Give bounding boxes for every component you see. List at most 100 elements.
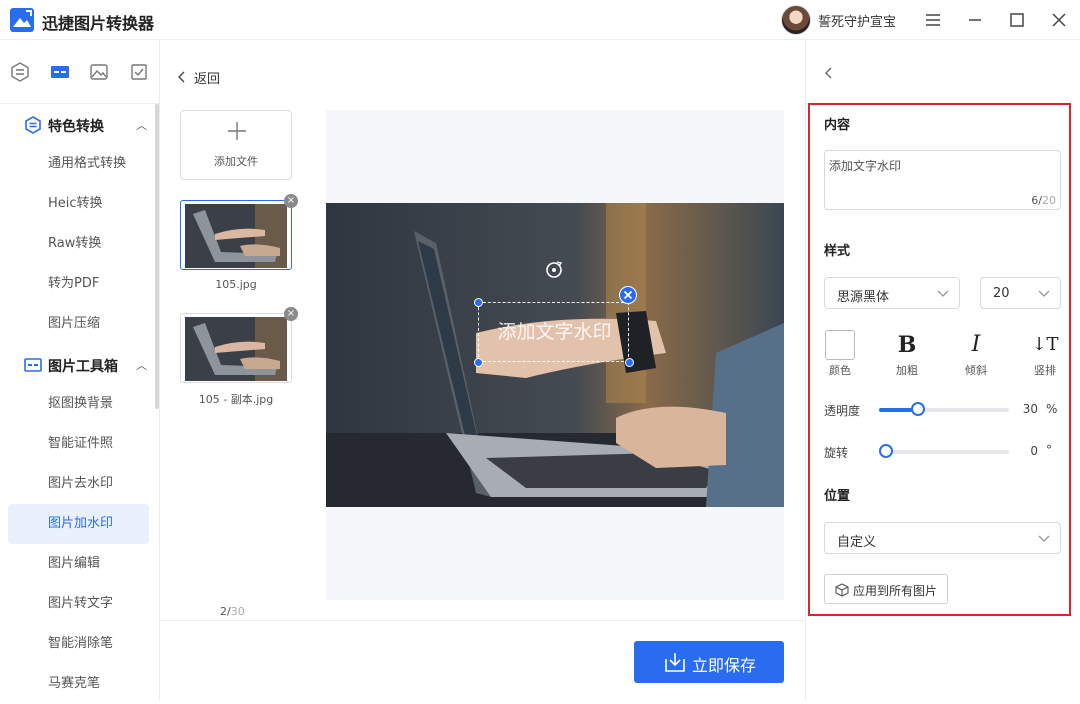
sidebar-item-mosaic[interactable]: 马赛克笔 [8, 664, 149, 704]
sidebar-item-cutout[interactable]: 抠图换背景 [8, 384, 149, 424]
color-button[interactable]: 颜色 [820, 330, 860, 378]
char-count: 6/ [1031, 194, 1042, 207]
user-name[interactable]: 誓死守护宣宝 [818, 11, 896, 30]
font-size-select[interactable]: 20 [980, 277, 1061, 309]
sidebar-scrollbar[interactable] [155, 104, 159, 409]
opacity-slider[interactable] [879, 402, 1009, 416]
chevron-up-icon[interactable]: ︿ [136, 117, 147, 133]
style-section-title: 样式 [824, 244, 851, 259]
file-thumbnail[interactable] [180, 313, 292, 383]
resize-handle[interactable] [625, 358, 634, 367]
apply-all-label: 应用到所有图片 [853, 584, 938, 598]
sidebar-item-format-convert[interactable]: 通用格式转换 [8, 144, 149, 184]
opacity-value: 30 [1022, 402, 1038, 416]
char-max: 20 [1042, 194, 1056, 207]
chevron-left-icon[interactable] [822, 66, 836, 80]
rotate-unit: ° [1046, 443, 1052, 457]
bold-label: 加粗 [896, 364, 918, 377]
watermark-box[interactable]: 添加文字水印 [478, 302, 629, 362]
sidebar-item-to-pdf[interactable]: 转为PDF [8, 264, 149, 304]
settings-panel: 内容 添加文字水印 6/20 样式 思源黑体 20 颜色 B 加粗 I 倾斜 ↓… [805, 40, 1080, 700]
bold-button[interactable]: B 加粗 [887, 330, 927, 378]
opacity-unit: % [1046, 402, 1058, 416]
group-label: 图片工具箱 [48, 359, 118, 375]
menu-icon[interactable] [923, 10, 943, 30]
workspace: 返回 添加文件 × 105.jpg × 105 - 副本.jpg 2/30 添加… [160, 40, 805, 700]
rotate-value: 0 [1030, 444, 1038, 458]
font-family-select[interactable]: 思源黑体 [824, 277, 960, 309]
rotate-slider-thumb[interactable] [879, 444, 893, 458]
rotate-handle-icon[interactable] [544, 260, 564, 280]
bottom-bar: 立即保存 [160, 620, 805, 700]
sidebar-item-eraser[interactable]: 智能消除笔 [8, 624, 149, 664]
position-value: 自定义 [837, 535, 877, 550]
file-thumbnail[interactable] [180, 200, 292, 270]
sidebar-item-id-photo[interactable]: 智能证件照 [8, 424, 149, 464]
font-family-value: 思源黑体 [837, 290, 890, 305]
resize-handle[interactable] [474, 298, 483, 307]
sidebar-item-raw[interactable]: Raw转换 [8, 224, 149, 264]
vertical-text-button[interactable]: ↓T 竖排 [1025, 330, 1065, 378]
add-file-label: 添加文件 [214, 155, 258, 168]
opacity-slider-thumb[interactable] [911, 402, 925, 416]
content-section-title: 内容 [824, 118, 851, 133]
checklist-tab-icon[interactable] [129, 62, 149, 82]
sidebar-tabs [0, 40, 160, 104]
italic-icon: I [971, 332, 981, 357]
app-logo-icon [10, 8, 34, 32]
save-button[interactable]: 立即保存 [634, 641, 784, 683]
chevron-down-icon [937, 290, 949, 297]
chevron-down-icon [1038, 290, 1050, 297]
file-name: 105.jpg [215, 278, 257, 291]
convert-tab-icon[interactable] [10, 62, 30, 82]
italic-label: 倾斜 [965, 364, 987, 377]
convert-group-icon [25, 116, 41, 134]
plus-icon [228, 122, 246, 140]
add-file-button[interactable]: 添加文件 [180, 110, 292, 180]
color-swatch [825, 330, 855, 360]
remove-file-icon[interactable]: × [284, 194, 298, 208]
chevron-up-icon[interactable]: ︿ [136, 357, 147, 373]
minimize-icon[interactable] [965, 10, 985, 30]
app-title: 迅捷图片转换器 [42, 14, 155, 33]
sidebar: 特色转换 ︿ 通用格式转换 Heic转换 Raw转换 转为PDF 图片压缩 图片… [0, 40, 160, 700]
char-counter: 6/20 [1031, 194, 1056, 207]
sidebar-item-edit[interactable]: 图片编辑 [8, 544, 149, 584]
apply-all-button[interactable]: 应用到所有图片 [824, 574, 948, 604]
preview-canvas: 添加文字水印 [326, 110, 784, 600]
rotate-slider[interactable] [879, 444, 1009, 458]
toolbox-tab-icon[interactable] [50, 62, 70, 82]
watermark-text-input[interactable]: 添加文字水印 6/20 [824, 150, 1061, 210]
position-section-title: 位置 [824, 489, 851, 504]
chevron-down-icon [1038, 535, 1050, 542]
watermark-text[interactable]: 添加文字水印 [479, 317, 630, 344]
sidebar-item-compress[interactable]: 图片压缩 [8, 304, 149, 344]
sidebar-item-remove-watermark[interactable]: 图片去水印 [8, 464, 149, 504]
title-bar: 迅捷图片转换器 誓死守护宣宝 [0, 0, 1080, 40]
sidebar-item-heic[interactable]: Heic转换 [8, 184, 149, 224]
position-select[interactable]: 自定义 [824, 522, 1061, 554]
save-label: 立即保存 [692, 656, 757, 675]
color-label: 颜色 [829, 364, 851, 377]
maximize-icon[interactable] [1007, 10, 1027, 30]
remove-file-icon[interactable]: × [284, 307, 298, 321]
remove-watermark-icon[interactable] [619, 286, 637, 304]
chevron-left-icon [178, 71, 186, 87]
download-icon [665, 653, 685, 672]
close-icon[interactable] [1049, 10, 1069, 30]
file-counter: 2/30 [220, 605, 245, 618]
avatar[interactable] [781, 5, 811, 35]
file-count: 2/ [220, 605, 231, 618]
watermark-text-value: 添加文字水印 [829, 159, 902, 173]
resize-handle[interactable] [474, 358, 483, 367]
sidebar-item-ocr[interactable]: 图片转文字 [8, 584, 149, 624]
file-name: 105 - 副本.jpg [198, 393, 274, 406]
group-label: 特色转换 [48, 119, 104, 135]
cube-icon [835, 583, 849, 597]
italic-button[interactable]: I 倾斜 [956, 330, 996, 378]
back-button[interactable]: 返回 [178, 68, 220, 87]
image-tab-icon[interactable] [89, 62, 109, 82]
sidebar-item-add-watermark[interactable]: 图片加水印 [8, 504, 149, 544]
font-size-value: 20 [993, 286, 1010, 301]
thumbnail-image [185, 317, 287, 381]
